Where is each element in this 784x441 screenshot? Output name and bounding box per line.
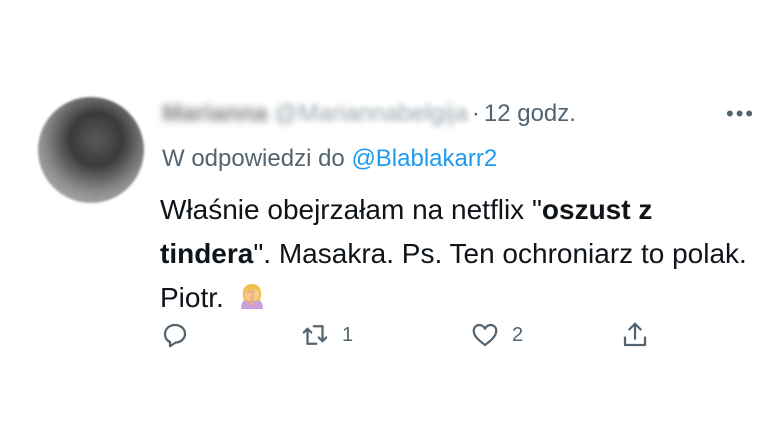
heart-icon	[472, 323, 498, 347]
action-bar: 1 2	[160, 320, 680, 356]
reply-prefix: W odpowiedzi do	[162, 145, 345, 172]
reply-icon	[163, 323, 187, 348]
like-count: 2	[512, 323, 524, 346]
share-button[interactable]	[620, 320, 650, 350]
reply-button[interactable]	[160, 320, 202, 350]
like-button[interactable]: 2	[470, 320, 523, 350]
tweet-text-part1: Właśnie obejrzałam na netflix "	[160, 194, 542, 225]
author-handle[interactable]: @Mariannabelgija	[274, 98, 468, 130]
reply-mention-link[interactable]: @Blablakarr2	[351, 145, 497, 172]
reply-context: W odpowiedzi do @Blablakarr2	[162, 143, 497, 175]
tweet-text: Właśnie obejrzałam na netflix "oszust z …	[160, 188, 750, 320]
retweet-button[interactable]: 1	[300, 320, 353, 350]
tweet-header: Marianna @Mariannabelgija · 12 godz.	[162, 98, 576, 130]
tweet-time[interactable]: 12 godz.	[484, 100, 576, 127]
avatar[interactable]	[38, 97, 144, 203]
retweet-icon	[302, 325, 328, 345]
separator-dot: ·	[471, 100, 480, 127]
retweet-count: 1	[342, 323, 354, 346]
facepalm-emoji-icon	[240, 284, 263, 309]
author-display-name[interactable]: Marianna	[162, 98, 267, 130]
share-icon	[623, 322, 647, 347]
more-icon[interactable]: •••	[726, 103, 755, 125]
